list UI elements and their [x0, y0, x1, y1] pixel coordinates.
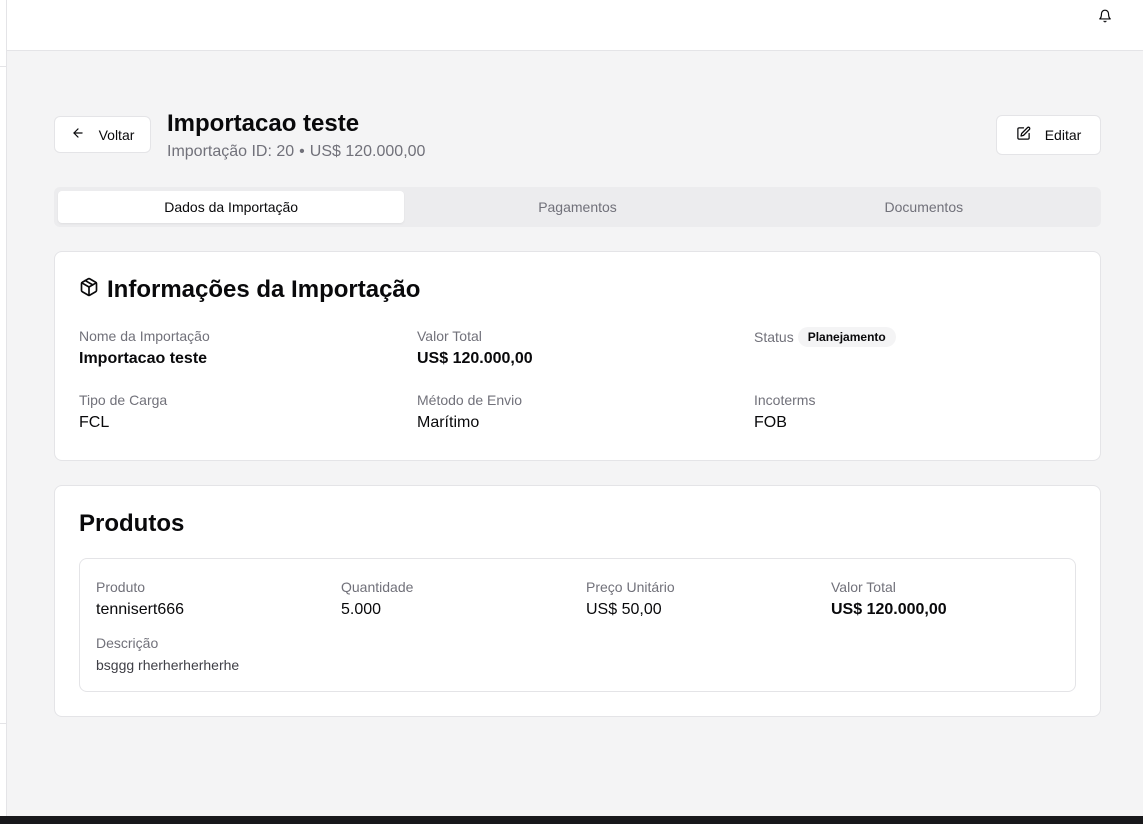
- import-total: US$ 120.000,00: [309, 143, 426, 160]
- tab-pagamentos[interactable]: Pagamentos: [404, 191, 750, 223]
- field-preco-unitario: Preço Unitário US$ 50,00: [586, 579, 675, 619]
- divider: [0, 723, 7, 724]
- info-title: Informações da Importação: [107, 276, 421, 303]
- product-item: Produto tennisert666 Quantidade 5.000 Pr…: [79, 558, 1076, 692]
- subtitle-separator: •: [299, 143, 305, 160]
- field-label: Incoterms: [754, 392, 816, 408]
- field-value: tennisert666: [96, 601, 185, 618]
- main-content: Voltar Importacao teste Importação ID: 2…: [7, 51, 1143, 816]
- divider: [0, 66, 7, 67]
- edit-icon: [1016, 126, 1031, 144]
- field-value: US$ 120.000,00: [417, 350, 533, 367]
- page-title: Importacao teste: [167, 110, 360, 137]
- page-subtitle: Importação ID: 20 • US$ 120.000,00: [167, 143, 425, 161]
- field-label: Tipo de Carga: [79, 392, 168, 408]
- field-label: Valor Total: [831, 579, 896, 595]
- field-value: bsggg rherherherherhe: [96, 657, 240, 673]
- field-label: Nome da Importação: [79, 328, 210, 344]
- edit-button[interactable]: Editar: [996, 115, 1101, 155]
- top-bar: [7, 0, 1143, 51]
- import-info-card: Informações da Importação Nome da Import…: [54, 251, 1101, 461]
- field-nome: Nome da Importação Importacao teste: [79, 328, 210, 368]
- field-label: Produto: [96, 579, 146, 595]
- field-value: FOB: [754, 414, 787, 431]
- arrow-left-icon: [71, 126, 85, 143]
- package-icon: [79, 276, 99, 304]
- products-title: Produtos: [79, 510, 185, 537]
- field-value: US$ 120.000,00: [831, 601, 947, 618]
- back-button-label: Voltar: [98, 126, 135, 143]
- field-descricao: Descrição bsggg rherherherherhe: [96, 635, 239, 673]
- field-valor-total: Valor Total US$ 120.000,00: [417, 328, 533, 368]
- tab-dados[interactable]: Dados da Importação: [58, 191, 405, 223]
- field-label: Valor Total: [417, 328, 482, 344]
- field-incoterms: Incoterms FOB: [754, 392, 815, 432]
- taskbar: [0, 816, 1143, 824]
- field-tipo-carga: Tipo de Carga FCL: [79, 392, 167, 432]
- card-title: Informações da Importação: [79, 276, 420, 304]
- field-label: Descrição: [96, 635, 159, 651]
- field-label: Método de Envio: [417, 392, 523, 408]
- back-button[interactable]: Voltar: [54, 116, 151, 153]
- import-id: Importação ID: 20: [167, 143, 295, 160]
- field-value: FCL: [79, 414, 110, 431]
- field-label: Status: [754, 329, 794, 345]
- field-metodo-envio: Método de Envio Marítimo: [417, 392, 522, 432]
- field-status: Status Planejamento: [754, 327, 896, 347]
- sidebar-edge: [0, 0, 7, 816]
- field-label: Preço Unitário: [586, 579, 675, 595]
- field-valor-total: Valor Total US$ 120.000,00: [831, 579, 947, 619]
- products-card: Produtos Produto tennisert666 Quantidade…: [54, 485, 1101, 717]
- field-quantidade: Quantidade 5.000: [341, 579, 413, 619]
- field-label: Quantidade: [341, 579, 414, 595]
- tab-list: Dados da Importação Pagamentos Documento…: [54, 187, 1101, 227]
- field-produto: Produto tennisert666: [96, 579, 184, 619]
- status-badge: Planejamento: [797, 327, 896, 347]
- field-value: Importacao teste: [79, 350, 208, 367]
- field-value: 5.000: [341, 601, 382, 618]
- tab-documentos[interactable]: Documentos: [751, 191, 1097, 223]
- field-value: US$ 50,00: [586, 601, 662, 618]
- edit-button-label: Editar: [1044, 127, 1082, 143]
- bell-icon[interactable]: [1097, 8, 1113, 24]
- field-value: Marítimo: [417, 414, 480, 431]
